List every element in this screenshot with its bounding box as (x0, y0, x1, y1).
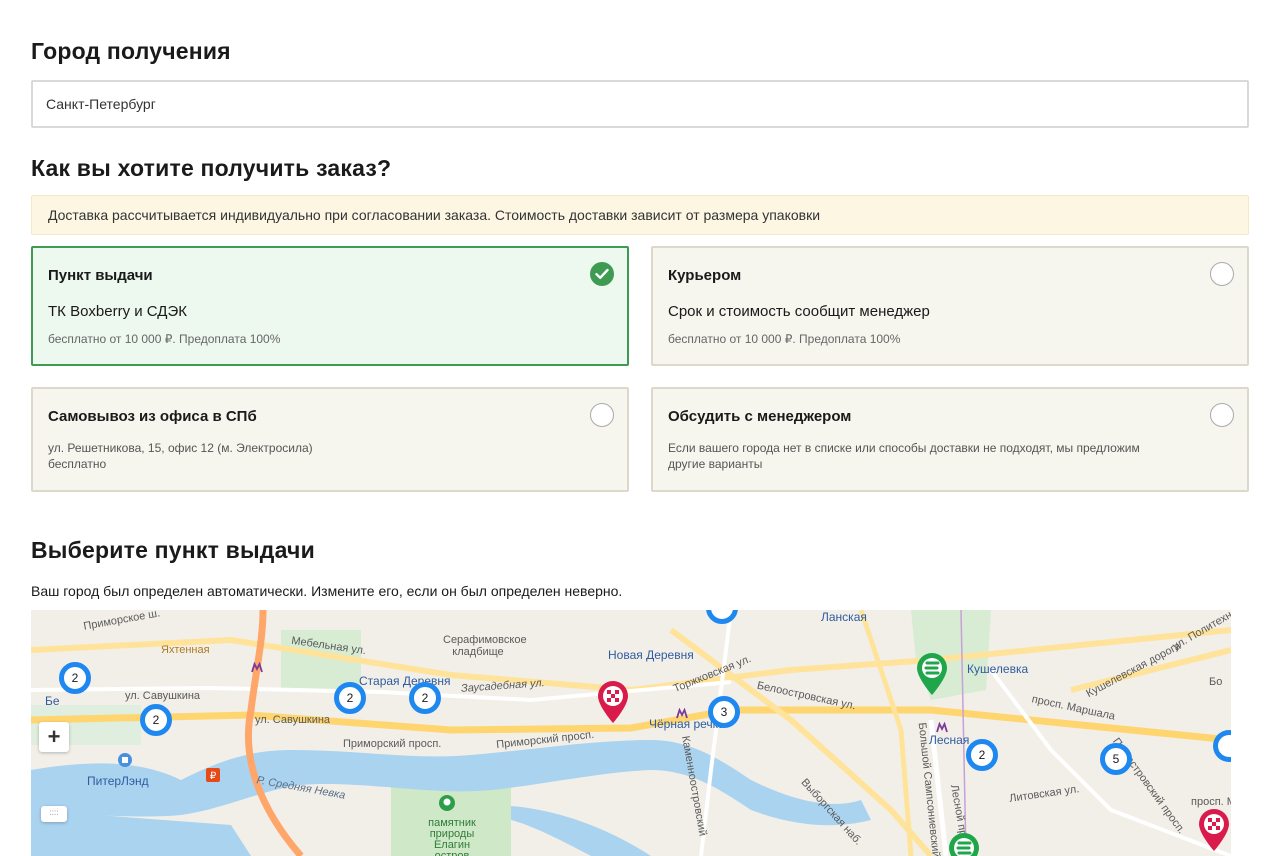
option-title: Самовывоз из офиса в СПб (48, 408, 257, 425)
option-note: бесплатно от 10 000 ₽. Предоплата 100% (668, 332, 901, 346)
metro-icon (676, 708, 688, 719)
map-label-street: ул. Савушкина (125, 690, 201, 702)
city-auto-detected-info: Ваш город был определен автоматически. И… (31, 583, 623, 599)
map-label-street: ул. Савушкина (255, 714, 331, 726)
pickup-cluster[interactable]: 2 (966, 739, 998, 771)
option-subtitle: Срок и стоимость сообщит менеджер (668, 303, 930, 320)
pickup-cluster[interactable]: 3 (708, 696, 740, 728)
delivery-notice: Доставка рассчитывается индивидуально пр… (31, 195, 1249, 235)
option-price: бесплатно (48, 457, 107, 471)
pickup-map[interactable]: Приморское ш. Яхтенная Мебельная ул. Сер… (31, 610, 1231, 856)
map-label-place: ПитерЛэнд (87, 774, 149, 788)
radio-unchecked-icon[interactable] (590, 403, 614, 427)
map-label-place: Яхтенная (161, 644, 210, 656)
option-title: Пункт выдачи (48, 267, 153, 284)
cdek-pin-icon[interactable] (947, 832, 981, 856)
map-base-layer (31, 610, 1231, 856)
svg-text:₽: ₽ (210, 771, 217, 782)
fuel-station-icon: ₽ (206, 768, 220, 782)
map-label-station: Кушелевка (967, 662, 1029, 676)
pickup-cluster[interactable]: 2 (334, 682, 366, 714)
map-label-street: Бо (1209, 676, 1223, 688)
map-label-place: Серафимовское кладбище (443, 634, 527, 658)
map-label-street: Приморский просп. (343, 738, 442, 750)
map-zoom-in-button[interactable]: + (39, 722, 69, 752)
radio-unchecked-icon[interactable] (1210, 403, 1234, 427)
delivery-option-self-pickup[interactable]: Самовывоз из офиса в СПб ул. Решетникова… (31, 387, 629, 492)
pickup-cluster[interactable]: 2 (59, 662, 91, 694)
pickup-cluster[interactable]: 2 (140, 704, 172, 736)
option-subtitle: ТК Boxberry и СДЭК (48, 303, 187, 320)
pickup-cluster[interactable]: 5 (1100, 743, 1132, 775)
pickup-cluster[interactable]: 2 (409, 682, 441, 714)
option-description-line: Если вашего города нет в списке или спос… (668, 441, 1140, 455)
option-description-line: другие варианты (668, 457, 763, 471)
option-title: Курьером (668, 267, 742, 284)
city-input[interactable] (31, 80, 1249, 128)
map-label-station: Старая Деревня (359, 674, 451, 688)
park-icon (439, 795, 455, 811)
option-note: бесплатно от 10 000 ₽. Предоплата 100% (48, 332, 281, 346)
option-description: Если вашего города нет в списке или спос… (668, 440, 1228, 472)
boxberry-pin-icon[interactable] (596, 680, 630, 724)
map-label-station: Новая Деревня (608, 648, 694, 662)
delivery-option-manager[interactable]: Обсудить с менеджером Если вашего города… (651, 387, 1249, 492)
radio-checked-icon[interactable] (590, 262, 614, 286)
option-address: ул. Решетникова, 15, офис 12 (м. Электро… (48, 441, 313, 455)
city-section-title: Город получения (31, 38, 231, 64)
map-label-street: просп. М (1191, 796, 1231, 808)
map-label-station: Бе (45, 694, 60, 708)
map-label-station: Лесная (929, 733, 970, 747)
radio-unchecked-icon[interactable] (1210, 262, 1234, 286)
map-zoom-slider-handle[interactable]: :::: (41, 806, 67, 822)
attraction-icon (118, 753, 132, 767)
cdek-pin-icon[interactable] (915, 652, 949, 696)
option-description: ул. Решетникова, 15, офис 12 (м. Электро… (48, 440, 608, 472)
boxberry-pin-icon[interactable] (1197, 808, 1231, 852)
map-label-station: Ланская (821, 610, 867, 624)
delivery-option-courier[interactable]: Курьером Срок и стоимость сообщит менедж… (651, 246, 1249, 366)
metro-icon (251, 662, 263, 673)
pickup-section-title: Выберите пункт выдачи (31, 537, 315, 563)
delivery-section-title: Как вы хотите получить заказ? (31, 155, 392, 181)
option-title: Обсудить с менеджером (668, 408, 852, 425)
metro-icon (936, 722, 948, 733)
map-label-park: памятник природы Елагин остров (428, 817, 476, 856)
delivery-option-pickup-point[interactable]: Пункт выдачи ТК Boxberry и СДЭК бесплатн… (31, 246, 629, 366)
